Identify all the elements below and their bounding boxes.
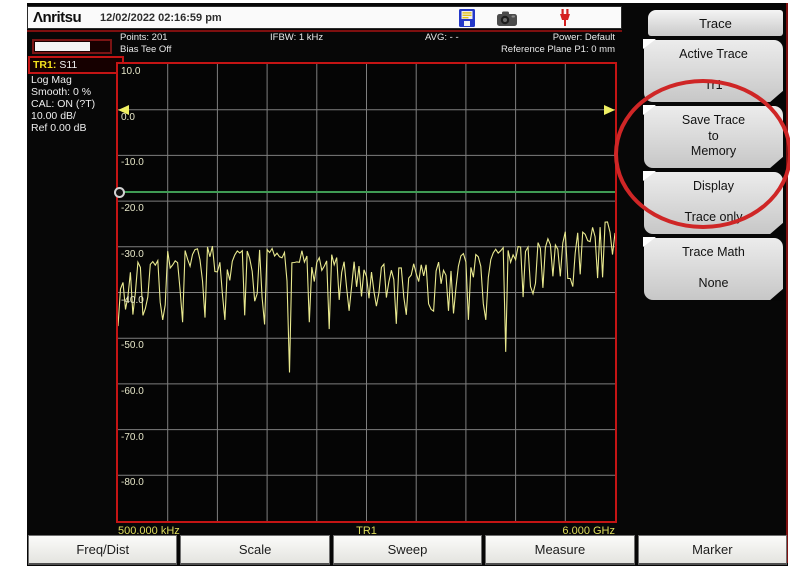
softkey-active-trace[interactable]: Active Trace Tr1 bbox=[644, 40, 783, 102]
ref-level-label: Ref 0.00 dB bbox=[31, 122, 86, 134]
screenshot-page: Λnritsu 12/02/2022 02:16:59 pm bbox=[0, 0, 790, 572]
hardkey-marker[interactable]: Marker bbox=[638, 535, 787, 565]
floppy-disk-icon[interactable] bbox=[456, 8, 478, 28]
softkey-save-trace-to-memory[interactable]: Save Trace toMemory bbox=[644, 106, 783, 168]
softkey-line: Memory bbox=[647, 144, 780, 158]
y-tick-label: -40.0 bbox=[121, 295, 144, 306]
y-tick-label: -20.0 bbox=[121, 203, 144, 214]
battery-level bbox=[35, 42, 90, 51]
softkey-trace-math[interactable]: Trace Math None bbox=[644, 238, 783, 300]
trace-format-label: Log Mag bbox=[31, 74, 72, 86]
y-tick-label: 10.0 bbox=[121, 66, 140, 77]
power-plug-icon bbox=[554, 8, 576, 28]
status-ifbw: IFBW: 1 kHz bbox=[270, 32, 323, 43]
status-avg: AVG: - - bbox=[425, 32, 459, 43]
y-tick-label: -30.0 bbox=[121, 249, 144, 260]
softkey-line: to bbox=[647, 129, 780, 143]
active-trace-box[interactable]: TR1:S11 bbox=[28, 56, 124, 74]
limit-line bbox=[118, 191, 615, 193]
graticule-plot: 10.00.0-10.0-20.0-30.0-40.0-50.0-60.0-70… bbox=[116, 62, 617, 523]
status-points: Points: 201 bbox=[120, 32, 168, 43]
trace-id-label: TR1: bbox=[33, 59, 56, 71]
limit-line-handle[interactable] bbox=[114, 187, 125, 198]
hardkey-measure[interactable]: Measure bbox=[485, 535, 634, 565]
softkey-list: Active Trace Tr1 Save Trace toMemory Display… bbox=[644, 40, 783, 304]
hardkey-freq-dist[interactable]: Freq/Dist bbox=[28, 535, 177, 565]
softkey-line: Active Trace bbox=[647, 47, 780, 61]
scale-per-div-label: 10.00 dB/ bbox=[31, 110, 76, 122]
y-tick-label: -10.0 bbox=[121, 157, 144, 168]
anritsu-logo: Λnritsu bbox=[33, 9, 81, 26]
softkey-display-trace-only[interactable]: Display Trace only bbox=[644, 172, 783, 234]
smoothing-label: Smooth: 0 % bbox=[31, 86, 91, 98]
y-tick-label: -80.0 bbox=[121, 477, 144, 488]
hardkey-bar: Freq/DistScaleSweepMeasureMarker bbox=[28, 535, 787, 565]
softkey-line: Save Trace bbox=[647, 113, 780, 127]
hardkey-sweep[interactable]: Sweep bbox=[333, 535, 482, 565]
ref-level-arrow-right bbox=[604, 105, 615, 115]
datetime-label: 12/02/2022 02:16:59 pm bbox=[100, 12, 222, 24]
system-bar: Λnritsu 12/02/2022 02:16:59 pm bbox=[27, 6, 622, 29]
softkey-line: None bbox=[647, 276, 780, 290]
status-ref-plane: Reference Plane P1: 0 mm bbox=[501, 44, 615, 55]
battery-indicator bbox=[32, 39, 112, 54]
softkey-line: Display bbox=[647, 179, 780, 193]
ref-level-arrow-left bbox=[118, 105, 129, 115]
cal-status-label: CAL: ON (?T) bbox=[31, 98, 95, 110]
trace-chart bbox=[118, 64, 615, 521]
softkey-line: Tr1 bbox=[647, 78, 780, 92]
y-tick-label: -70.0 bbox=[121, 432, 144, 443]
s-parameter-label: S11 bbox=[59, 59, 77, 71]
menu-title: Trace bbox=[648, 10, 783, 36]
camera-icon[interactable] bbox=[496, 8, 518, 28]
instrument-screen: Λnritsu 12/02/2022 02:16:59 pm bbox=[27, 3, 788, 566]
status-power: Power: Default bbox=[553, 32, 615, 43]
hardkey-scale[interactable]: Scale bbox=[180, 535, 329, 565]
y-tick-label: -50.0 bbox=[121, 340, 144, 351]
status-bias-tee: Bias Tee Off bbox=[120, 44, 171, 55]
softkey-line: Trace only bbox=[647, 210, 780, 224]
red-divider-line bbox=[27, 30, 622, 32]
softkey-menu: Trace Active Trace Tr1 Save Trace toMemory D… bbox=[622, 3, 788, 563]
softkey-line: Trace Math bbox=[647, 245, 780, 259]
y-tick-label: -60.0 bbox=[121, 386, 144, 397]
